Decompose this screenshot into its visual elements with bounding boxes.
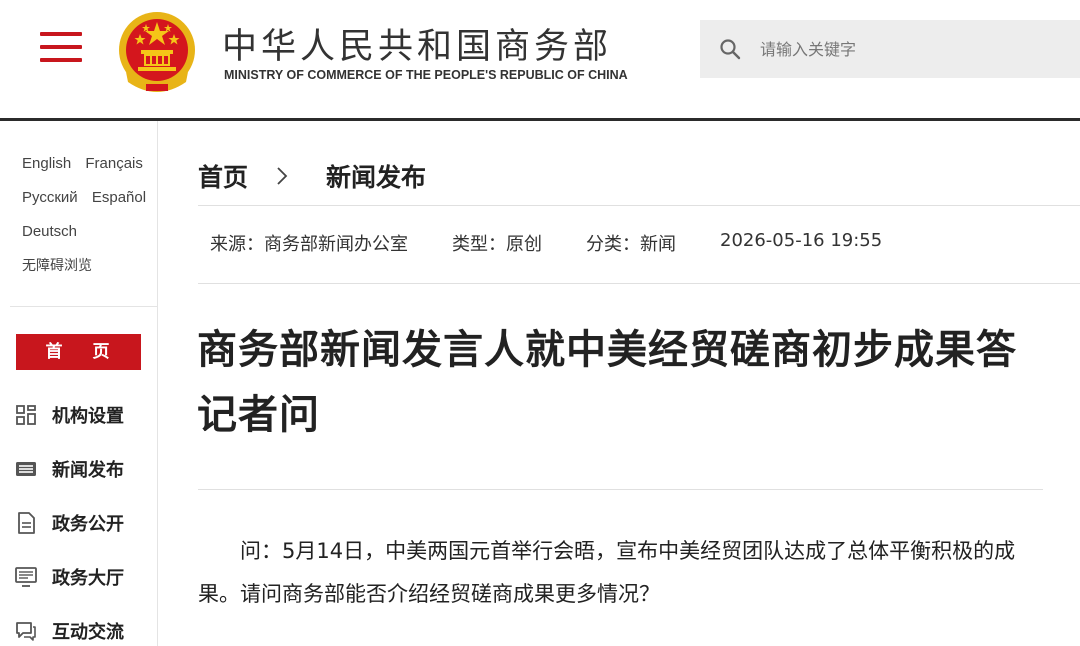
sidebar-item-label: 互动交流 bbox=[52, 622, 124, 643]
article-body: 问：5月14日，中美两国元首举行会晤，宣布中美经贸团队达成了总体平衡积极的成果。… bbox=[198, 539, 1016, 606]
org-grid-icon bbox=[16, 405, 36, 425]
lang-german-link[interactable]: Deutsch bbox=[22, 223, 77, 240]
breadcrumb-home-link[interactable]: 首页 bbox=[198, 158, 248, 194]
search-input[interactable] bbox=[760, 39, 1060, 59]
monitor-icon bbox=[15, 567, 37, 587]
article-title: 商务部新闻发言人就中美经贸磋商初步成果答记者问 bbox=[197, 327, 1017, 438]
sidebar-item-label: 政务公开 bbox=[52, 514, 124, 535]
lang-french-link[interactable]: Français bbox=[85, 155, 143, 172]
breadcrumb: 首页 新闻发布 bbox=[198, 158, 426, 194]
lang-spanish-link[interactable]: Español bbox=[92, 189, 146, 206]
site-subtitle: MINISTRY OF COMMERCE OF THE PEOPLE'S REP… bbox=[224, 68, 628, 82]
sidebar-item-service-hall[interactable]: 政务大厅 bbox=[14, 550, 124, 604]
chevron-right-icon bbox=[277, 167, 288, 185]
meta-divider bbox=[198, 283, 1080, 284]
article-meta: 来源：商务部新闻办公室 类型：原创 分类：新闻 2026-05-16 19:55 bbox=[210, 230, 926, 256]
hamburger-menu-icon[interactable] bbox=[40, 30, 84, 66]
site-header: 中华人民共和国商务部 MINISTRY OF COMMERCE OF THE P… bbox=[0, 0, 1080, 118]
meta-datetime: 2026-05-16 19:55 bbox=[720, 230, 883, 251]
sidebar-item-label: 新闻发布 bbox=[52, 460, 124, 481]
accessibility-link[interactable]: 无障碍浏览 bbox=[22, 258, 92, 274]
document-icon bbox=[18, 512, 35, 534]
meta-source: 来源：商务部新闻办公室 bbox=[210, 234, 408, 255]
lang-russian-link[interactable]: Русский bbox=[22, 189, 78, 206]
sidebar-item-organization[interactable]: 机构设置 bbox=[14, 388, 124, 442]
sidebar-item-gov-affairs[interactable]: 政务公开 bbox=[14, 496, 124, 550]
search-box bbox=[700, 20, 1080, 78]
sidebar-nav: 机构设置 新闻发布 政务公开 政务大厅 互动交流 bbox=[14, 388, 124, 646]
sidebar-item-interaction[interactable]: 互动交流 bbox=[14, 604, 124, 646]
lang-english-link[interactable]: English bbox=[22, 155, 71, 172]
meta-type: 类型：原创 bbox=[452, 234, 542, 255]
site-title: 中华人民共和国商务部 bbox=[222, 27, 613, 67]
chat-icon bbox=[16, 622, 36, 641]
sidebar: English Français Русский Español Deutsch… bbox=[0, 121, 158, 646]
search-icon[interactable] bbox=[718, 37, 742, 61]
meta-category: 分类：新闻 bbox=[586, 234, 676, 255]
breadcrumb-current[interactable]: 新闻发布 bbox=[326, 158, 426, 194]
language-links: English Français Русский Español Deutsch… bbox=[22, 151, 156, 287]
sidebar-item-news[interactable]: 新闻发布 bbox=[14, 442, 124, 496]
sidebar-divider bbox=[10, 306, 158, 307]
sidebar-item-label: 政务大厅 bbox=[52, 568, 124, 589]
header-divider bbox=[0, 118, 1080, 121]
breadcrumb-divider bbox=[198, 205, 1080, 206]
sidebar-item-label: 机构设置 bbox=[52, 406, 124, 427]
national-emblem-icon bbox=[119, 12, 195, 92]
home-button[interactable]: 首 页 bbox=[16, 334, 141, 370]
news-list-icon bbox=[16, 462, 36, 476]
title-divider bbox=[198, 489, 1043, 490]
